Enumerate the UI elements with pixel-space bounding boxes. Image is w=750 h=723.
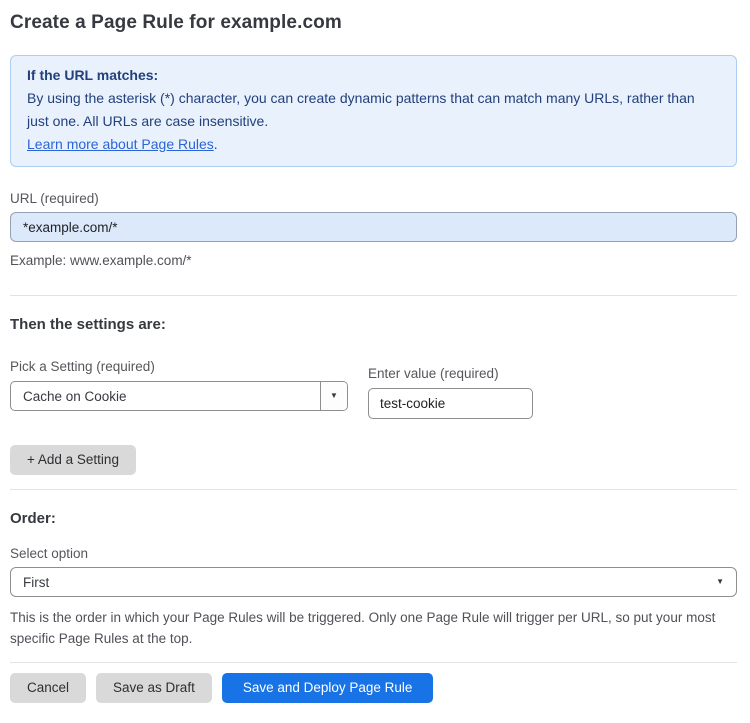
url-match-info-box: If the URL matches: By using the asteris… <box>10 55 737 167</box>
info-box-heading: If the URL matches: <box>27 67 159 83</box>
divider <box>10 489 737 490</box>
settings-heading: Then the settings are: <box>10 316 166 333</box>
value-column: Enter value (required) <box>368 345 533 419</box>
caret-down-icon: ▼ <box>330 391 338 400</box>
url-label: URL (required) <box>10 191 99 206</box>
setting-value-input[interactable] <box>368 388 533 419</box>
order-heading: Order: <box>10 510 56 527</box>
order-hint: This is the order in which your Page Rul… <box>10 610 716 646</box>
order-select[interactable]: First ▼ <box>10 567 737 597</box>
create-page-rule-form: Create a Page Rule for example.com If th… <box>0 0 750 723</box>
info-box-body: By using the asterisk (*) character, you… <box>27 90 695 129</box>
setting-dropdown[interactable]: Cache on Cookie ▼ <box>10 381 348 411</box>
info-box-link-line: Learn more about Page Rules. <box>27 133 720 156</box>
save-draft-button[interactable]: Save as Draft <box>96 673 212 703</box>
pick-setting-label: Pick a Setting (required) <box>10 359 155 374</box>
dropdown-caret-button[interactable]: ▼ <box>320 382 347 410</box>
divider <box>10 662 737 663</box>
cancel-button[interactable]: Cancel <box>10 673 87 703</box>
page-title: Create a Page Rule for example.com <box>10 12 342 33</box>
caret-down-icon: ▼ <box>716 577 724 586</box>
enter-value-label: Enter value (required) <box>368 366 499 381</box>
add-setting-button[interactable]: + Add a Setting <box>10 445 136 475</box>
settings-row: Pick a Setting (required) Cache on Cooki… <box>10 345 737 419</box>
form-actions: Cancel Save as Draft Save and Deploy Pag… <box>10 673 737 703</box>
setting-dropdown-value: Cache on Cookie <box>23 388 127 404</box>
order-select-value: First <box>23 574 50 590</box>
learn-more-link[interactable]: Learn more about Page Rules <box>27 136 214 152</box>
url-input[interactable] <box>10 212 737 242</box>
setting-column: Pick a Setting (required) Cache on Cooki… <box>10 345 348 419</box>
divider <box>10 295 737 296</box>
select-option-label: Select option <box>10 546 89 561</box>
url-example-hint: Example: www.example.com/* <box>10 253 192 268</box>
save-deploy-button[interactable]: Save and Deploy Page Rule <box>221 673 434 703</box>
link-suffix: . <box>213 136 218 152</box>
